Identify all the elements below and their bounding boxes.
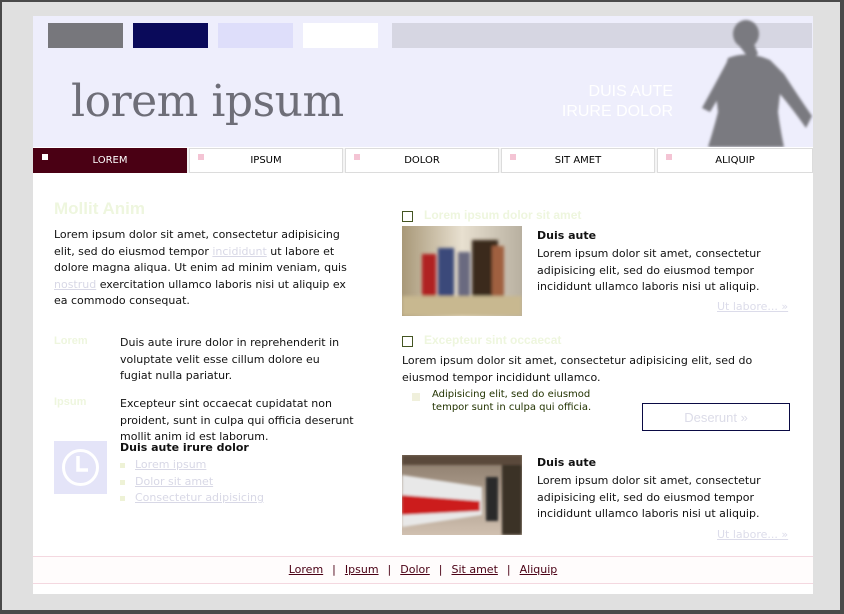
tagline-line-1: DUIS AUTE: [588, 83, 673, 100]
page-container: lorem ipsum DUIS AUTE IRURE DOLOR LOREM …: [33, 16, 813, 594]
nav-marker-icon: [510, 154, 516, 160]
nav-marker-icon: [354, 154, 360, 160]
article-title: Duis aute: [537, 456, 597, 469]
woman-silhouette-image: [702, 20, 812, 147]
nostrud-link[interactable]: nostrud: [54, 278, 96, 291]
read-more-link[interactable]: Ut labore... »: [717, 300, 788, 313]
nav-item-lorem[interactable]: LOREM: [33, 148, 187, 173]
read-more-link[interactable]: Ut labore... »: [717, 528, 788, 541]
nav-item-ipsum[interactable]: IPSUM: [189, 148, 343, 173]
bullet-square-icon: [412, 393, 420, 401]
list-item: Dolor sit amet: [120, 474, 264, 491]
header-tagline: DUIS AUTE IRURE DOLOR: [513, 82, 673, 122]
definition-text: Duis aute irure dolor in reprehenderit i…: [120, 336, 340, 382]
nav-marker-icon: [198, 154, 204, 160]
footer-link-ipsum[interactable]: Ipsum: [345, 563, 379, 576]
clock-icon: [54, 441, 107, 494]
color-swatch-lavender: [218, 23, 293, 48]
nav-item-dolor[interactable]: DOLOR: [345, 148, 499, 173]
section-text: Lorem ipsum dolor sit amet, consectetur …: [402, 354, 753, 384]
list-link[interactable]: Lorem ipsum: [135, 458, 206, 471]
footer-link-dolor[interactable]: Dolor: [400, 563, 430, 576]
checkbox-square-icon: [402, 211, 413, 222]
checkbox-square-icon: [402, 336, 413, 347]
nav-marker-icon: [42, 154, 48, 160]
header-banner: lorem ipsum DUIS AUTE IRURE DOLOR: [33, 16, 813, 147]
list-link[interactable]: Dolor sit amet: [135, 475, 213, 488]
color-swatch-gray: [48, 23, 123, 48]
definition-text: Excepteur sint occaecat cupidatat non pr…: [120, 397, 354, 443]
main-nav: LOREM IPSUM DOLOR SIT AMET ALIQUIP: [33, 148, 813, 173]
tip-note: Adipisicing elit, sed do eiusmod tempor …: [412, 389, 622, 414]
intro-text: exercitation ullamco laboris nisi ut ali…: [54, 277, 346, 308]
nav-item-aliquip[interactable]: ALIQUIP: [657, 148, 813, 173]
nav-item-sit-amet[interactable]: SIT AMET: [501, 148, 655, 173]
incididunt-link[interactable]: incididunt: [212, 245, 266, 258]
tagline-line-2: IRURE DOLOR: [561, 103, 673, 120]
article-title: Duis aute: [537, 229, 597, 242]
nav-item-label: LOREM: [92, 155, 128, 166]
definition-term: Lorem: [54, 335, 88, 347]
article-text: Lorem ipsum dolor sit amet, consectetur …: [537, 474, 761, 520]
list-link[interactable]: Consectetur adipisicing: [135, 491, 264, 504]
section-title: Lorem ipsum dolor sit amet: [424, 208, 582, 222]
list-title: Duis aute irure dolor: [120, 441, 249, 454]
footer-link-sit-amet[interactable]: Sit amet: [452, 563, 498, 576]
list-item: Lorem ipsum: [120, 457, 264, 474]
nav-item-label: SIT AMET: [554, 155, 602, 166]
footer-link-aliquip[interactable]: Aliquip: [520, 563, 558, 576]
deserunt-button[interactable]: Deserunt »: [642, 403, 790, 431]
browser-frame: lorem ipsum DUIS AUTE IRURE DOLOR LOREM …: [2, 2, 840, 610]
intro-paragraph: Lorem ipsum dolor sit amet, consectetur …: [54, 227, 354, 310]
definition-term: Ipsum: [54, 396, 87, 408]
color-swatch-navy: [133, 23, 208, 48]
site-logo: lorem ipsum: [71, 76, 344, 127]
color-swatch-white: [303, 23, 378, 48]
section-heading: Mollit Anim: [54, 199, 145, 218]
article-text: Lorem ipsum dolor sit amet, consectetur …: [537, 247, 761, 293]
section-title: Excepteur sint occaecat: [424, 333, 562, 347]
list-item: Consectetur adipisicing: [120, 490, 264, 507]
nav-item-label: DOLOR: [404, 155, 440, 166]
nav-marker-icon: [666, 154, 672, 160]
crowd-photo: [402, 226, 522, 316]
footer-link-lorem[interactable]: Lorem: [289, 563, 323, 576]
footer-nav: Lorem | Ipsum | Dolor | Sit amet | Aliquip: [33, 556, 813, 584]
nav-item-label: IPSUM: [250, 155, 282, 166]
train-photo: [402, 455, 522, 535]
tip-text: Adipisicing elit, sed do eiusmod tempor …: [432, 389, 592, 413]
link-list: Lorem ipsum Dolor sit amet Consectetur a…: [120, 457, 264, 507]
nav-item-label: ALIQUIP: [715, 155, 755, 166]
